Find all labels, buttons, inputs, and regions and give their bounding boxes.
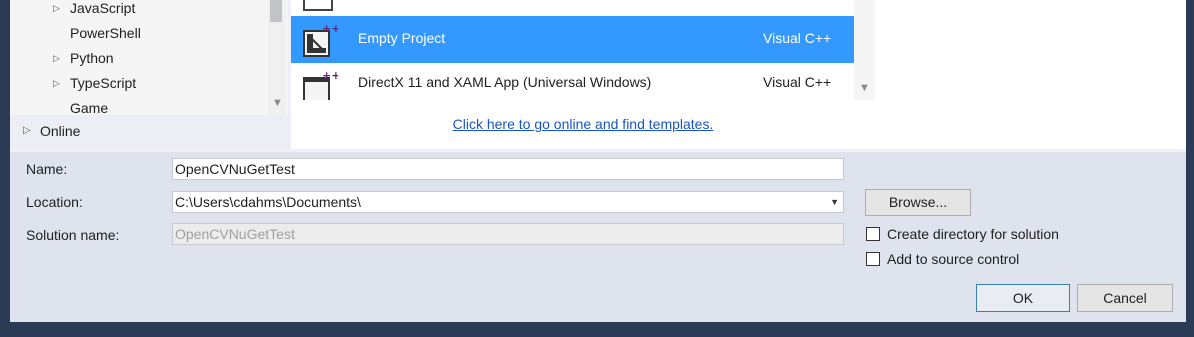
expand-arrow-icon[interactable]: ▷ <box>23 125 31 136</box>
cpp-empty-project-icon: ++ <box>303 22 338 57</box>
tree-scrollbar[interactable]: ▼ <box>268 0 286 115</box>
tree-item-python[interactable]: ▷ Python <box>53 47 114 69</box>
tree-item-label: Game <box>70 100 109 115</box>
name-label: Name: <box>26 161 68 177</box>
scroll-down-arrow-icon[interactable]: ▼ <box>272 97 283 109</box>
solution-name-input: OpenCVNuGetTest <box>172 223 844 245</box>
new-project-dialog: ▷ JavaScript PowerShell ▷ Python ▷ TypeS… <box>10 0 1186 322</box>
tree-item-label: Python <box>70 50 114 66</box>
tree-item-online[interactable]: ▷ Online <box>10 115 290 149</box>
tree-item-label: PowerShell <box>70 25 141 41</box>
cpp-directx-app-icon: ++ <box>303 69 338 100</box>
tree-item-label: JavaScript <box>70 0 136 16</box>
tree-item-game[interactable]: Game <box>70 97 108 115</box>
tree-item-powershell[interactable]: PowerShell <box>70 22 141 44</box>
tree-item-javascript[interactable]: ▷ JavaScript <box>53 0 136 19</box>
template-language: Visual C++ <box>763 30 832 46</box>
template-description-pane <box>875 0 1186 149</box>
expand-arrow-icon[interactable]: ▷ <box>53 0 60 19</box>
tree-item-typescript[interactable]: ▷ TypeScript <box>53 72 137 94</box>
project-settings-form: Name: OpenCVNuGetTest Location: C:\Users… <box>10 152 1186 322</box>
expand-arrow-icon[interactable]: ▷ <box>53 72 60 94</box>
tree-item-label: TypeScript <box>70 75 137 91</box>
svg-text:++: ++ <box>322 69 338 82</box>
template-name: DirectX 11 and XAML App (Universal Windo… <box>358 74 652 90</box>
expand-arrow-icon[interactable]: ▷ <box>53 47 60 69</box>
svg-text:++: ++ <box>322 22 338 35</box>
location-label: Location: <box>26 194 83 210</box>
location-value: C:\Users\cdahms\Documents\ <box>175 194 361 210</box>
add-source-control-label: Add to source control <box>887 251 1020 267</box>
list-item[interactable] <box>291 0 854 17</box>
solution-name-label: Solution name: <box>26 227 120 243</box>
template-language: Visual C++ <box>763 74 832 90</box>
create-directory-checkbox[interactable] <box>866 227 880 241</box>
location-combobox[interactable]: C:\Users\cdahms\Documents\ ▼ <box>172 191 844 213</box>
template-list: ++ Empty Project Visual C++ ++ DirectX 1… <box>291 0 875 149</box>
chevron-down-icon[interactable]: ▼ <box>830 192 839 212</box>
template-item-directx-xaml-app[interactable]: ++ DirectX 11 and XAML App (Universal Wi… <box>291 63 854 100</box>
find-templates-online-link[interactable]: Click here to go online and find templat… <box>291 116 875 132</box>
add-source-control-checkbox[interactable] <box>866 252 880 266</box>
tree-item-label: Online <box>40 123 81 139</box>
template-category-tree: ▷ JavaScript PowerShell ▷ Python ▷ TypeS… <box>10 0 288 115</box>
project-name-input[interactable]: OpenCVNuGetTest <box>172 158 844 180</box>
template-name: Empty Project <box>358 30 446 46</box>
template-item-empty-project[interactable]: ++ Empty Project Visual C++ <box>291 16 854 63</box>
template-list-scrollbar[interactable]: ▼ <box>854 0 875 100</box>
scroll-down-arrow-icon[interactable]: ▼ <box>859 82 870 94</box>
template-project-icon <box>303 0 333 11</box>
browse-button[interactable]: Browse... <box>865 189 971 216</box>
ok-button[interactable]: OK <box>976 284 1070 312</box>
scrollbar-thumb[interactable] <box>270 0 282 22</box>
cancel-button[interactable]: Cancel <box>1077 284 1173 312</box>
create-directory-label: Create directory for solution <box>887 226 1059 242</box>
